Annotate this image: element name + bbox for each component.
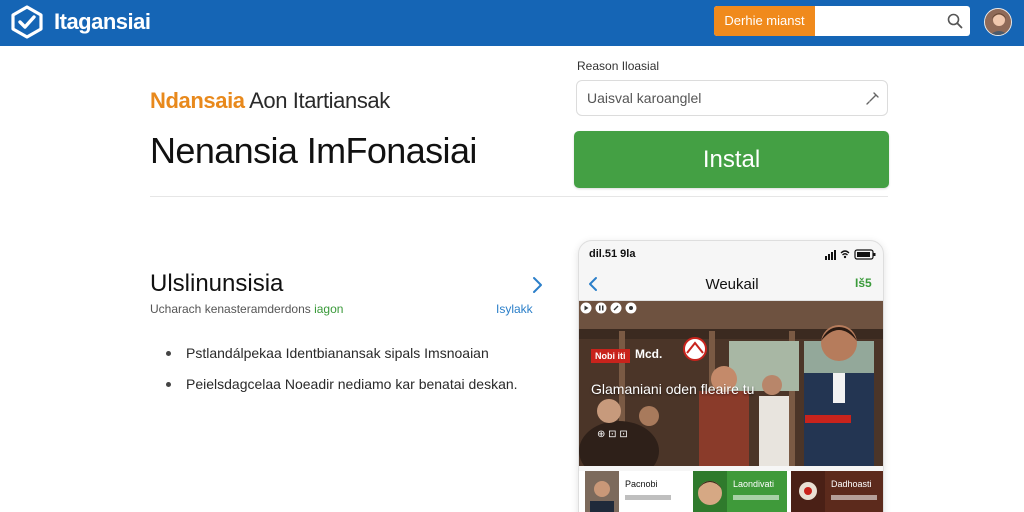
thumbnail-card[interactable]: Dadhoasti [791,471,883,512]
section-subtitle-main: Ucharach kenasteramderdons [150,302,315,316]
media-controls[interactable] [579,301,639,315]
search-bar: Derhie mianst [714,6,970,36]
thumbnail-card[interactable]: Laondivati [693,471,787,512]
thumbnail-card[interactable]: Pacnobi [585,471,679,512]
section-title: Ulslinunsisia [150,270,284,297]
thumbnail-portrait-icon [791,471,825,512]
header-action[interactable]: Iš5 [855,276,872,290]
news-source: Mcd. [635,347,663,361]
reason-input[interactable] [587,81,857,115]
image-caption: Glamaniani oden fleaire tu [591,381,755,397]
page-title: Nenansia ImFonasiai [150,130,477,171]
hero-subtitle: Ndansaia Aon Itartiansak [150,88,390,114]
status-bar: dil.51 9la [579,241,883,267]
thumbnail-portrait-icon [585,471,619,512]
install-button[interactable]: Instal [574,131,889,188]
divider [150,196,888,197]
list-item: Peielsdagcelaa Noeadir nediamo kar benat… [166,377,518,391]
thumbnail-label: Dadhoasti [831,479,872,489]
thumbnail-label: Pacnobi [625,479,658,489]
field-label: Reason Iloasial [577,59,660,73]
status-time: dil.51 9la [589,248,636,260]
thumbnail-line [625,495,671,500]
image-meta: ⊕ ⊡ ⊡ [597,429,628,440]
phone-mockup: dil.51 9la Weukail Iš5 Nobi iti Mcd. Gla… [578,240,884,512]
section-subtitle: Ucharach kenasteramderdons iagon [150,302,343,316]
search-category-button[interactable]: Derhie mianst [714,6,815,36]
top-bar: Itagansiai Derhie mianst [0,0,1024,46]
hero-image[interactable]: Nobi iti Mcd. Glamaniani oden fleaire tu… [579,301,883,466]
app-header: Weukail Iš5 [579,267,883,301]
section-link[interactable]: Isylakk [496,302,533,316]
search-input[interactable] [815,6,945,36]
pin-icon[interactable] [865,90,881,106]
list-item: Pstlandálpekaa Identbianansak sipals Ims… [166,346,518,360]
app-title: Weukail [705,276,759,293]
thumbnail-portrait-icon [693,471,727,512]
thumbnail-label: Laondivati [733,479,775,489]
hero-subtitle-rest: Aon Itartiansak [244,88,390,113]
section-subtitle-green: iagon [314,302,344,316]
user-avatar[interactable] [984,8,1012,36]
search-icon[interactable] [946,12,964,30]
feature-list: Pstlandálpekaa Identbianansak sipals Ims… [166,346,518,408]
shield-logo-icon[interactable] [10,5,44,39]
thumbnail-row: Pacnobi Laondivati Dadhoasti [579,471,883,512]
thumbnail-line [831,495,877,500]
hero-subtitle-accent: Ndansaia [150,88,245,113]
chevron-right-icon[interactable] [530,276,544,294]
news-badge: Nobi iti [591,349,630,363]
brand-name[interactable]: Itagansiai [54,9,151,35]
status-icons [825,249,876,260]
image-tag [805,415,851,423]
text-field [576,80,888,116]
thumbnail-line [733,495,779,500]
avatar-portrait-icon [985,9,1011,35]
